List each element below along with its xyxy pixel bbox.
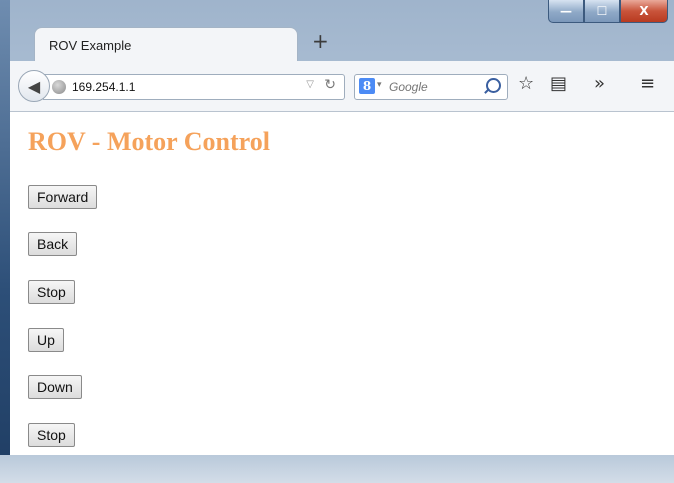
stop-button[interactable]: Stop xyxy=(28,280,75,304)
search-engine-dropdown-icon[interactable]: ▾ xyxy=(377,80,382,90)
new-tab-button[interactable]: + xyxy=(312,29,329,53)
overflow-icon[interactable]: » xyxy=(594,73,605,94)
globe-icon xyxy=(52,80,66,94)
back-button[interactable]: ◀ xyxy=(18,70,50,102)
page-content: ROV - Motor Control Forward Back Stop Up… xyxy=(10,112,674,455)
address-bar[interactable]: 169.254.1.1 ▽ ↻ xyxy=(43,74,345,100)
page-title: ROV - Motor Control xyxy=(28,127,270,156)
menu-icon[interactable]: ≡ xyxy=(640,73,655,94)
stop-vertical-button[interactable]: Stop xyxy=(28,423,75,447)
bookmark-star-icon[interactable]: ☆ xyxy=(518,73,534,94)
url-dropdown-icon[interactable]: ▽ xyxy=(306,79,314,90)
forward-button[interactable]: Forward xyxy=(28,185,98,209)
tab-title: ROV Example xyxy=(49,38,132,53)
maximize-button[interactable]: ☐ xyxy=(584,0,620,23)
navigation-bar: 169.254.1.1 ▽ ↻ ◀ 8 ▾ Google ☆ ▤ » ≡ xyxy=(10,61,674,112)
down-button[interactable]: Down xyxy=(28,375,82,399)
search-icon[interactable] xyxy=(486,78,501,93)
back-motor-button[interactable]: Back xyxy=(28,232,78,256)
up-button[interactable]: Up xyxy=(28,328,64,352)
search-placeholder: Google xyxy=(389,80,428,94)
window-left-edge xyxy=(0,0,10,483)
search-bar[interactable]: 8 ▾ Google xyxy=(354,74,508,100)
window-bottom-edge xyxy=(0,455,674,483)
back-arrow-icon: ◀ xyxy=(27,76,41,96)
search-engine-icon[interactable]: 8 xyxy=(359,78,375,94)
minimize-button[interactable]: — xyxy=(548,0,584,23)
reading-list-icon[interactable]: ▤ xyxy=(550,73,567,94)
reload-icon[interactable]: ↻ xyxy=(324,77,336,93)
window-controls: — ☐ X xyxy=(548,0,668,23)
close-button[interactable]: X xyxy=(620,0,668,23)
browser-tab[interactable]: ROV Example xyxy=(34,27,298,62)
url-text: 169.254.1.1 xyxy=(72,80,136,94)
